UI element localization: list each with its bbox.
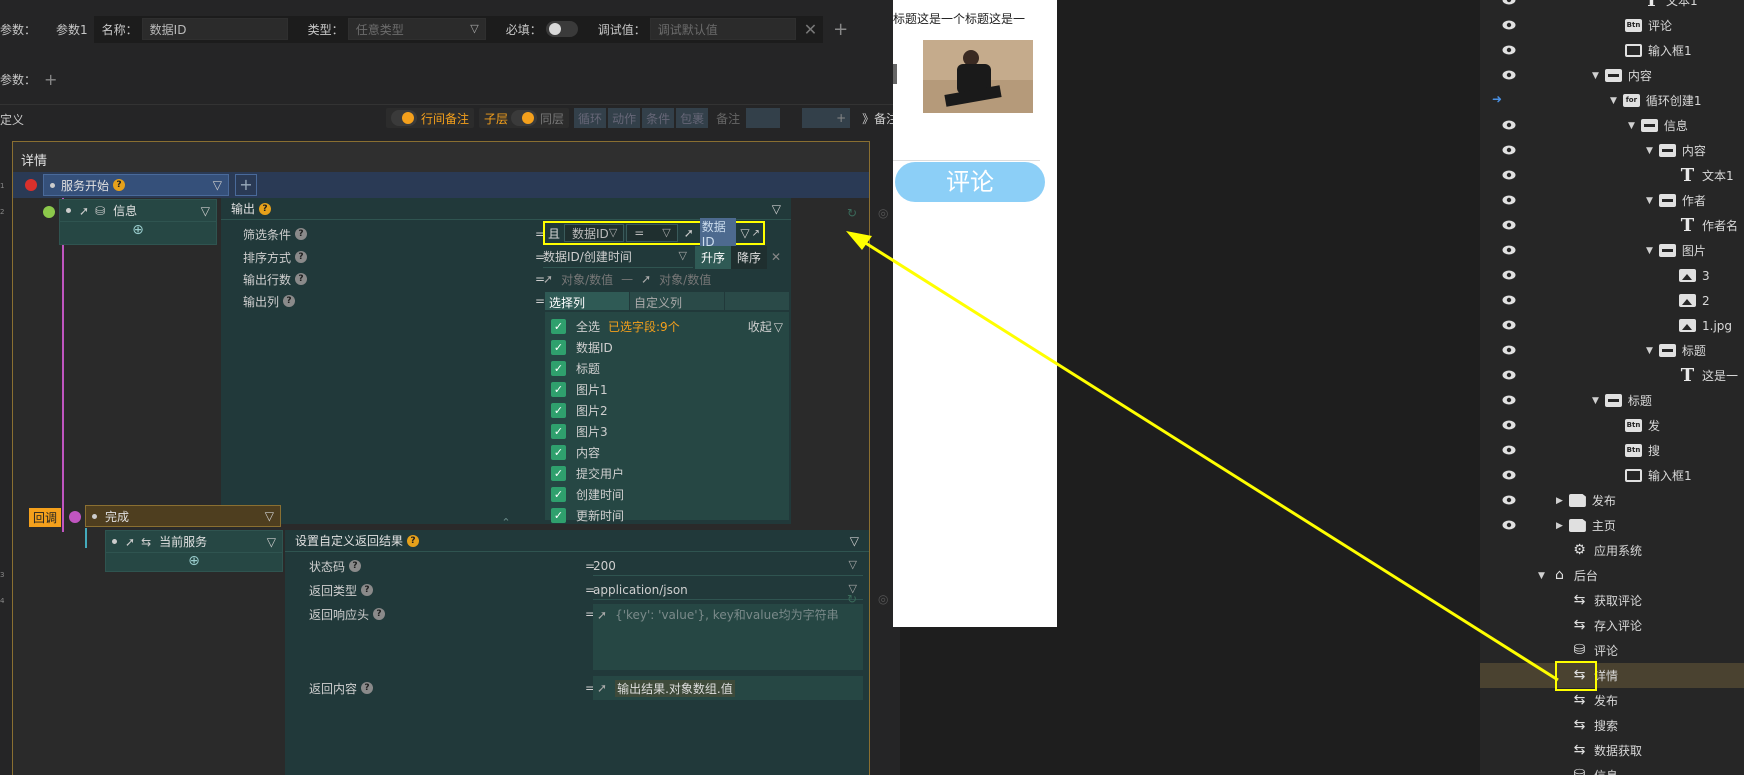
annotation-overlay	[846, 231, 1597, 691]
annotation-highlight-box	[1555, 661, 1597, 691]
annotation-arrow-head	[846, 231, 872, 250]
annotation-arrow-line	[855, 235, 1559, 682]
